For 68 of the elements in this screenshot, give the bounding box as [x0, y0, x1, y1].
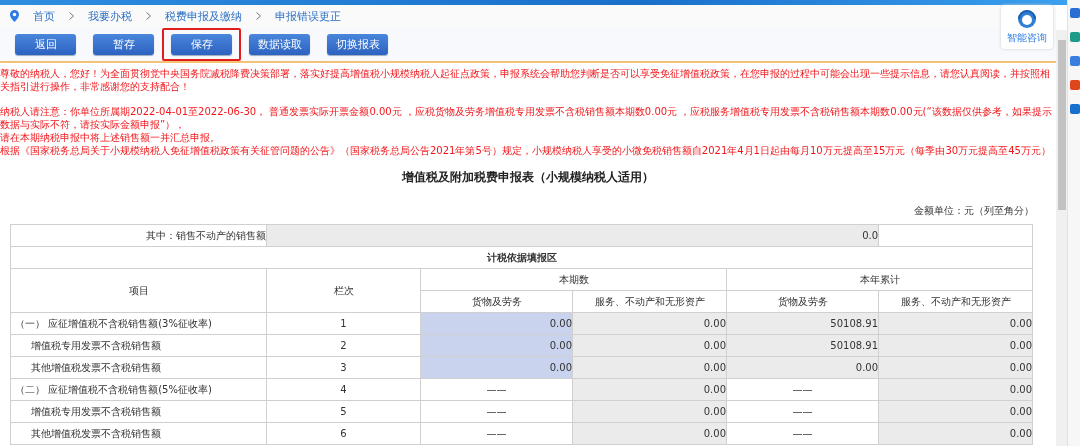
table-cell: 0.00	[726, 356, 879, 379]
toolbar-button[interactable]: 暂存	[93, 33, 154, 55]
column-header: 本年累计	[726, 268, 1033, 291]
table-cell: 0.00	[878, 356, 1033, 379]
column-header: 项目	[10, 268, 267, 313]
column-header: 货物及劳务	[420, 290, 573, 313]
input-field[interactable]: 0.00	[420, 356, 573, 379]
toolbar-button[interactable]: 数据读取	[249, 33, 310, 55]
table-cell: 2	[266, 334, 421, 357]
toolbar-button[interactable]: 切换报表	[327, 33, 388, 55]
table-cell: ——	[726, 422, 879, 445]
notice-text: 请在本期纳税申报中将上述销售额一并汇总申报。	[0, 131, 221, 144]
table-cell: 0.00	[572, 334, 727, 357]
notice-text: 尊敬的纳税人，您好！为全面贯彻党中央国务院减税降费决策部署，落实好提高增值税小规模纳税人起征点政策，申报系统会帮助您判断是否可以享受免征增值税政策，在您申报的过程中可能会出现一些提示信息，请您认真阅读，并按照相关指引进行操作，非常感谢您的支持配合！	[0, 67, 1051, 93]
unit-note: 金额单位：元（列至角分）	[914, 204, 1034, 218]
chevron-icon	[146, 12, 151, 20]
table-cell: ——	[420, 378, 573, 401]
table-cell: 3	[266, 356, 421, 379]
table-cell: ——	[726, 378, 879, 401]
toolbar-button[interactable]: 返回	[15, 33, 76, 55]
toolbar-button[interactable]: 保存	[171, 33, 232, 55]
table-cell: 其他增值税发票不含税销售额	[10, 356, 267, 379]
table-cell: 0.0	[266, 224, 879, 247]
notice-text: 根据《国家税务总局关于小规模纳税人免征增值税政策有关征管问题的公告》（国家税务总局公告2021年第5号）规定，小规模纳税人享受的小微免税销售额自2021年4月1日起由每月10万元提高至15万元（每季由30万元提高至45万元）	[0, 144, 1052, 157]
table-cell: 0.00	[572, 422, 727, 445]
table-cell: （二） 应征增值税不含税销售额(5%征收率)	[10, 378, 267, 401]
breadcrumb-link[interactable]: 申报错误更正	[275, 8, 341, 24]
table-cell: 0.00	[878, 312, 1033, 335]
table-cell: 其中：销售不动产的销售额	[10, 224, 267, 247]
table-cell: 50108.91	[726, 334, 879, 357]
section-heading: 计税依据填报区	[10, 246, 1033, 269]
breadcrumb-link[interactable]: 我要办税	[88, 8, 132, 24]
table-cell: 0.00	[878, 422, 1033, 445]
table-cell: 0.00	[878, 334, 1033, 357]
table-cell: ——	[420, 400, 573, 423]
column-header: 服务、不动产和无形资产	[572, 290, 727, 313]
consult-button[interactable]: 智能咨询	[1001, 5, 1053, 49]
table-cell: （一） 应征增值税不含税销售额(3%征收率)	[10, 312, 267, 335]
breadcrumb-link[interactable]: 税费申报及缴纳	[165, 8, 242, 24]
chevron-icon	[69, 12, 74, 20]
table-cell: 0.00	[572, 312, 727, 335]
table-cell: 4	[266, 378, 421, 401]
table-cell: 5	[266, 400, 421, 423]
input-field[interactable]: 0.00	[420, 334, 573, 357]
table-cell: ——	[420, 422, 573, 445]
table-cell: 6	[266, 422, 421, 445]
column-header: 栏次	[266, 268, 421, 313]
table-cell: 50108.91	[726, 312, 879, 335]
table-cell: 0.00	[572, 356, 727, 379]
table-cell: 0.00	[572, 378, 727, 401]
input-field[interactable]: 0.00	[420, 312, 573, 335]
column-header: 服务、不动产和无形资产	[878, 290, 1033, 313]
form-title: 增值税及附加税费申报表（小规模纳税人适用）	[400, 169, 655, 186]
column-header: 货物及劳务	[726, 290, 879, 313]
table-cell: 其他增值税发票不含税销售额	[10, 422, 267, 445]
location-pin-icon	[10, 10, 19, 22]
table-cell: 0.00	[572, 400, 727, 423]
notice-text: 纳税人请注意：你单位所属期2022-04-01至2022-06-30， 普通发票实际开票金额0.00元 ，应税货物及劳务增值税专用发票不含税销售额本期数0.00元 ，应税服务增值税专用发票不含税销售额本期数0.00元(“该数据仅供参考，如果提示数据与实际不符，请按实际金额申报”），	[0, 105, 1053, 131]
table-cell: 0.00	[878, 400, 1033, 423]
breadcrumb-link[interactable]: 首页	[33, 8, 55, 24]
chevron-icon	[256, 12, 261, 20]
table-cell: ——	[726, 400, 879, 423]
column-header: 本期数	[420, 268, 727, 291]
scrollbar[interactable]	[1056, 30, 1067, 446]
table-cell: 0.00	[878, 378, 1033, 401]
table-cell: 增值税专用发票不含税销售额	[10, 400, 267, 423]
table-cell: 增值税专用发票不含税销售额	[10, 334, 267, 357]
table-cell: 1	[266, 312, 421, 335]
